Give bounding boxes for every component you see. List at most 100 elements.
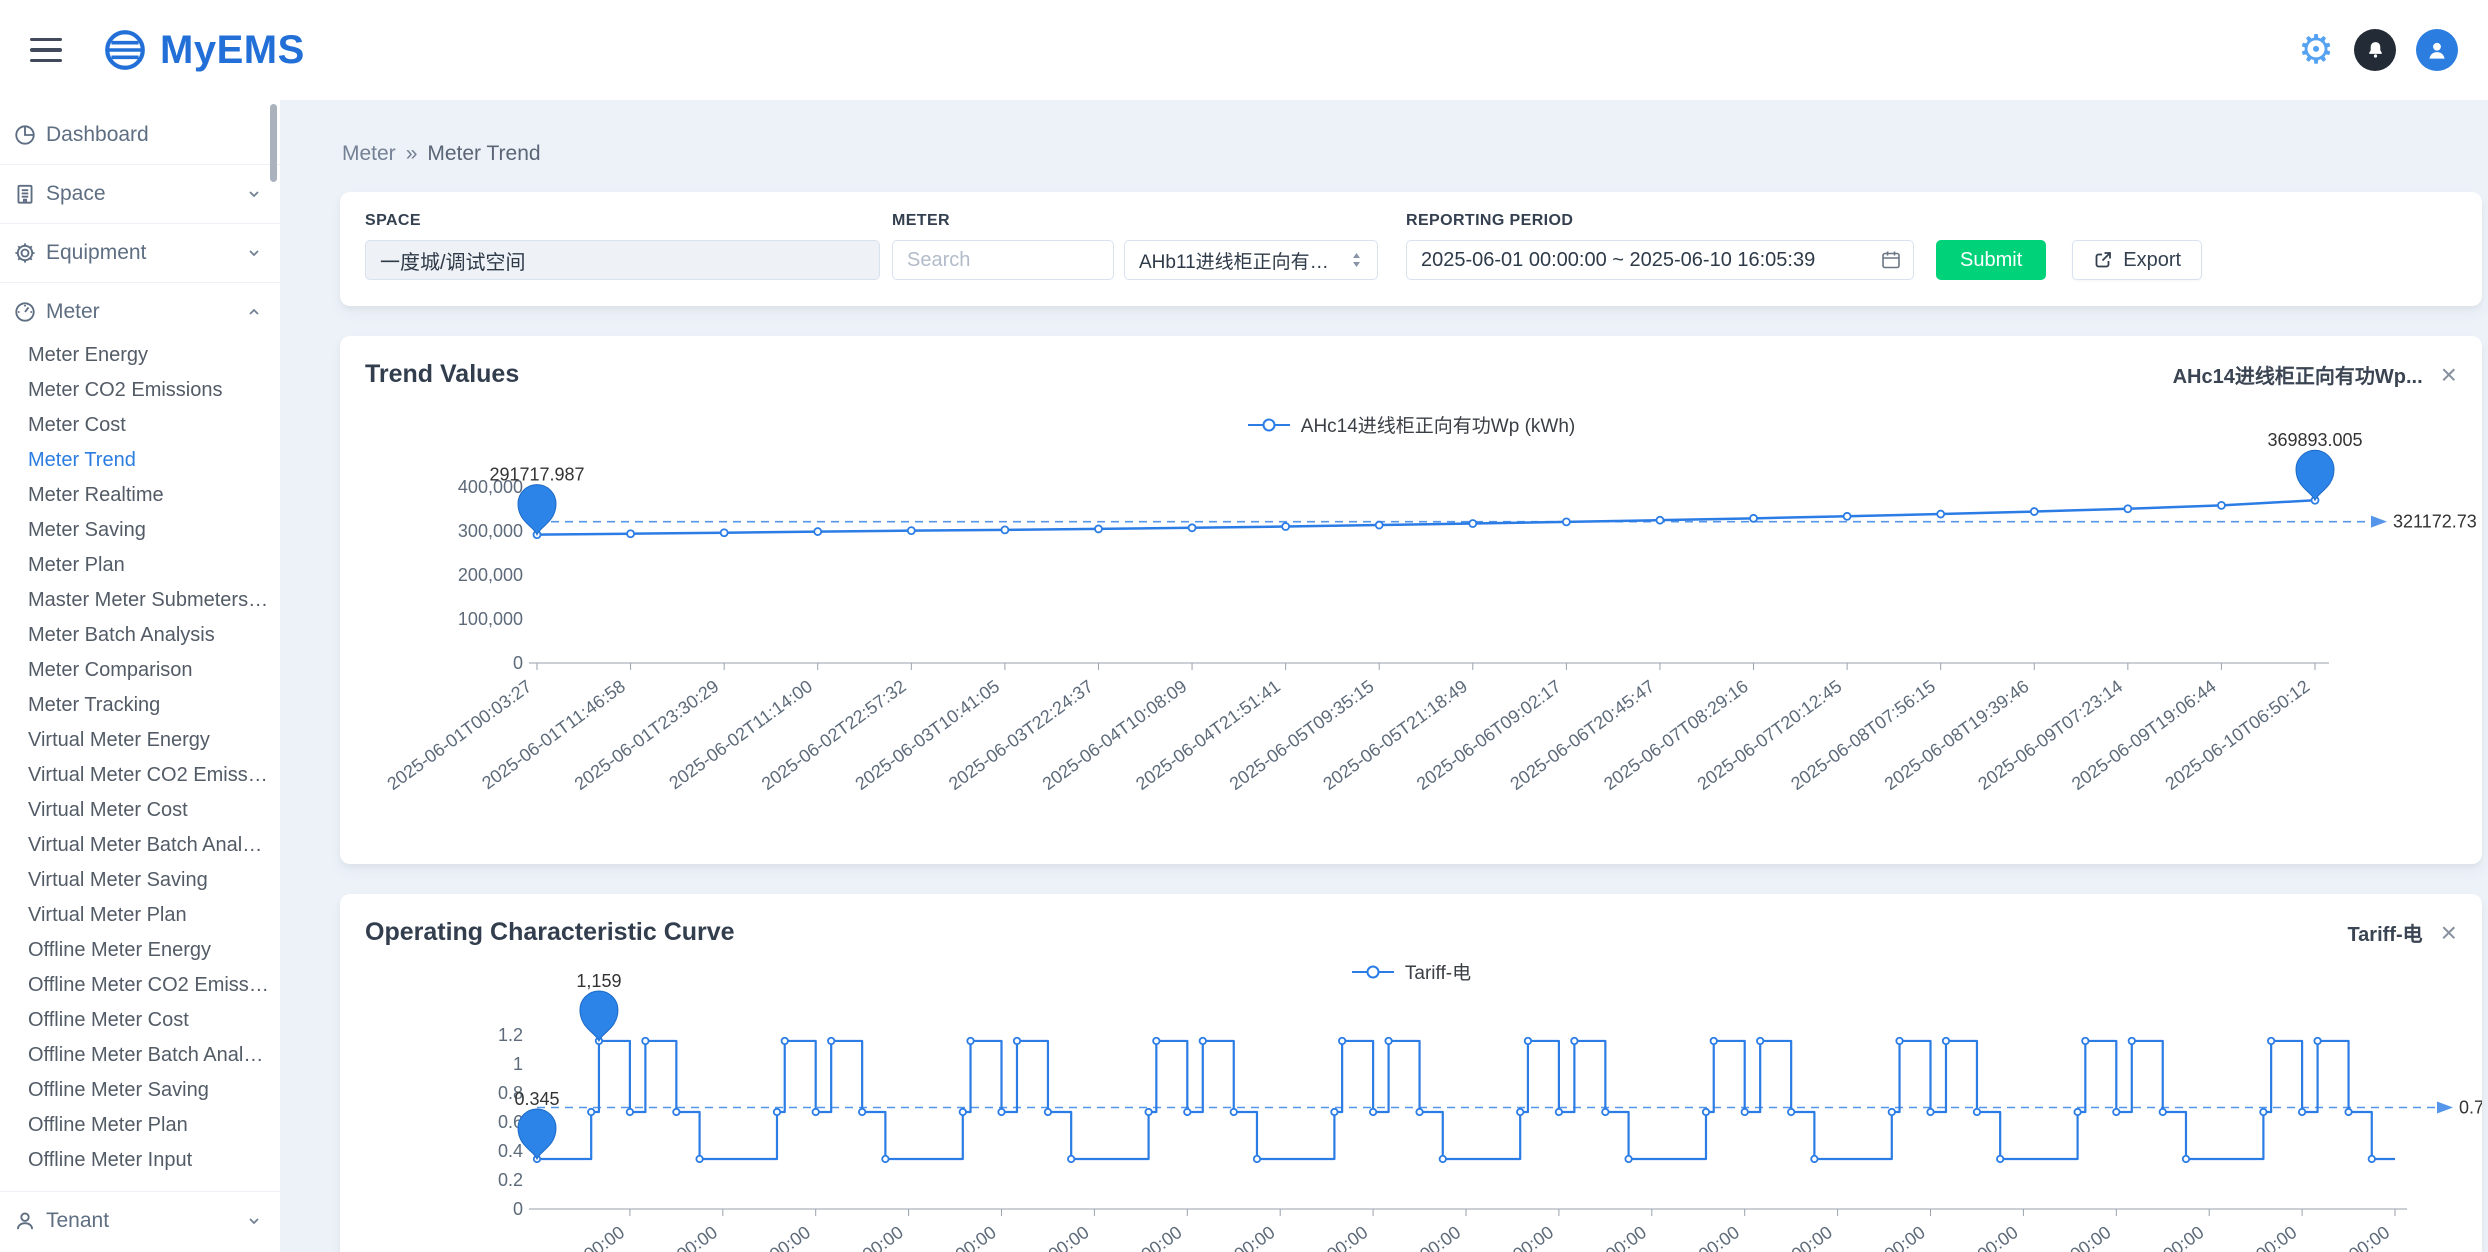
- user-icon: [2424, 37, 2450, 63]
- main-content: Meter » Meter Trend SPACE METER AHb11进线柜正向…: [280, 100, 2488, 1252]
- sidebar-nav: Dashboard Space Equipment Meter Meter Energy…: [0, 100, 280, 1250]
- space-label: SPACE: [365, 212, 880, 230]
- sidebar-section-label: Space: [46, 182, 106, 206]
- space-field-group: SPACE: [365, 212, 880, 280]
- sidebar-item-meter-realtime[interactable]: Meter Realtime: [0, 478, 280, 513]
- sidebar-section-label: Meter: [46, 300, 100, 324]
- notifications-button[interactable]: [2354, 29, 2396, 71]
- chevron-down-icon: [246, 186, 262, 202]
- sidebar-section-label: Tenant: [46, 1209, 109, 1233]
- sidebar-section-label: Equipment: [46, 241, 146, 265]
- select-arrows-icon: [1350, 250, 1363, 270]
- chart-mark-pin: 369893.005: [2267, 431, 2362, 500]
- sidebar-item-offline-meter-input[interactable]: Offline Meter Input: [0, 1143, 280, 1178]
- menu-toggle-button[interactable]: [30, 38, 62, 63]
- sidebar-item-virtual-meter-energy[interactable]: Virtual Meter Energy: [0, 723, 280, 758]
- sidebar-section-tenant[interactable]: Tenant: [0, 1197, 280, 1245]
- tariff-curve-card: Operating Characteristic Curve Tariff-电 …: [340, 894, 2482, 1252]
- sidebar-item-virtual-meter-plan[interactable]: Virtual Meter Plan: [0, 898, 280, 933]
- sidebar-item-meter-batch-analysis[interactable]: Meter Batch Analysis: [0, 618, 280, 653]
- sidebar-section-equipment[interactable]: Equipment: [0, 229, 280, 277]
- svg-text:291717.987: 291717.987: [489, 465, 584, 485]
- sidebar-item-meter-energy[interactable]: Meter Energy: [0, 338, 280, 373]
- top-navbar: MyEMS ⚙: [0, 0, 2488, 100]
- calendar-icon[interactable]: [1880, 249, 1902, 277]
- sidebar-item-master-meter-submeters-ba[interactable]: Master Meter Submeters Ba...: [0, 583, 280, 618]
- gauge-icon: [12, 123, 38, 147]
- sidebar-item-meter-saving[interactable]: Meter Saving: [0, 513, 280, 548]
- tariff-close-icon[interactable]: ×: [2441, 919, 2457, 947]
- svg-text:0.345: 0.345: [514, 1089, 559, 1109]
- brand-name: MyEMS: [160, 28, 305, 73]
- sidebar-item-meter-plan[interactable]: Meter Plan: [0, 548, 280, 583]
- sidebar-section-space[interactable]: Space: [0, 170, 280, 218]
- sidebar-section-meter[interactable]: Meter: [0, 288, 280, 336]
- svg-text:2025-06-01 12:00:00: 2025-06-01 12:00:00: [481, 1222, 628, 1252]
- sidebar-item-virtual-meter-saving[interactable]: Virtual Meter Saving: [0, 863, 280, 898]
- sidebar-item-virtual-meter-batch-analysis[interactable]: Virtual Meter Batch Analysis: [0, 828, 280, 863]
- gear-icon: [12, 241, 38, 265]
- account-button[interactable]: [2416, 29, 2458, 71]
- sidebar-section-label: Dashboard: [46, 123, 149, 147]
- export-label: Export: [2123, 249, 2181, 272]
- svg-text:1: 1: [513, 1054, 523, 1074]
- tariff-card-title: Operating Characteristic Curve: [365, 918, 735, 947]
- submit-button[interactable]: Submit: [1936, 240, 2046, 280]
- breadcrumb-separator: »: [406, 142, 418, 165]
- trend-chart: 0100,000200,000300,000400,0002025-06-01T…: [365, 431, 2482, 843]
- sidebar-item-meter-trend[interactable]: Meter Trend: [0, 443, 280, 478]
- reporting-period-input[interactable]: [1406, 240, 1914, 280]
- svg-text:0.4: 0.4: [498, 1141, 523, 1161]
- chevron-down-icon: [246, 245, 262, 261]
- sidebar-item-meter-tracking[interactable]: Meter Tracking: [0, 688, 280, 723]
- trend-series-label: AHc14进线柜正向有功Wp...: [2173, 360, 2423, 389]
- breadcrumb-current: Meter Trend: [427, 142, 540, 165]
- bell-icon: [2364, 39, 2387, 62]
- sidebar-item-offline-meter-co2-emission[interactable]: Offline Meter CO2 Emission...: [0, 968, 280, 1003]
- svg-text:321172.73: 321172.73: [2393, 512, 2477, 532]
- meter-select-value: AHb11进线柜正向有功Wp: [1139, 247, 1342, 274]
- sidebar-scrollbar[interactable]: [270, 104, 277, 182]
- svg-text:1,159: 1,159: [576, 971, 621, 991]
- sidebar-item-offline-meter-saving[interactable]: Offline Meter Saving: [0, 1073, 280, 1108]
- sidebar-item-offline-meter-cost[interactable]: Offline Meter Cost: [0, 1003, 280, 1038]
- sidebar-item-meter-co2-emissions[interactable]: Meter CO2 Emissions: [0, 373, 280, 408]
- trend-close-icon[interactable]: ×: [2441, 361, 2457, 389]
- svg-text:1.2: 1.2: [498, 1025, 523, 1045]
- meter-field-group: METER AHb11进线柜正向有功Wp: [892, 212, 1378, 280]
- meter-search-input[interactable]: [892, 240, 1114, 280]
- settings-gear-icon[interactable]: ⚙: [2298, 30, 2334, 70]
- export-icon: [2093, 250, 2113, 270]
- svg-text:369893.005: 369893.005: [2267, 431, 2362, 450]
- building-icon: [12, 182, 38, 206]
- sidebar-item-virtual-meter-cost[interactable]: Virtual Meter Cost: [0, 793, 280, 828]
- breadcrumb-meter[interactable]: Meter: [342, 142, 396, 165]
- sidebar-item-offline-meter-batch-analysis[interactable]: Offline Meter Batch Analysis: [0, 1038, 280, 1073]
- sidebar-item-offline-meter-plan[interactable]: Offline Meter Plan: [0, 1108, 280, 1143]
- space-input[interactable]: [365, 240, 880, 280]
- sidebar-meter-submenu: Meter EnergyMeter CO2 EmissionsMeter Cos…: [0, 336, 280, 1186]
- trend-chart-svg: 0100,000200,000300,000400,0002025-06-01T…: [365, 431, 2482, 843]
- svg-text:0.7: 0.7: [2459, 1098, 2482, 1118]
- tariff-chart: 00.20.40.60.811.22025-06-01 12:00:002025…: [365, 964, 2482, 1252]
- user-icon: [12, 1209, 38, 1233]
- sidebar-item-virtual-meter-co2-emission[interactable]: Virtual Meter CO2 Emission...: [0, 758, 280, 793]
- myems-logo-icon: [102, 27, 148, 73]
- sidebar-section-dashboard[interactable]: Dashboard: [0, 111, 280, 159]
- export-button[interactable]: Export: [2072, 240, 2202, 280]
- svg-text:200,000: 200,000: [458, 565, 523, 585]
- meter-label: METER: [892, 212, 1378, 230]
- sidebar-item-offline-meter-energy[interactable]: Offline Meter Energy: [0, 933, 280, 968]
- filter-panel: SPACE METER AHb11进线柜正向有功Wp REPOR: [340, 192, 2482, 306]
- brand-logo[interactable]: MyEMS: [102, 27, 305, 73]
- sidebar-item-meter-comparison[interactable]: Meter Comparison: [0, 653, 280, 688]
- svg-text:100,000: 100,000: [458, 609, 523, 629]
- meter-icon: [12, 300, 38, 324]
- sidebar-item-meter-cost[interactable]: Meter Cost: [0, 408, 280, 443]
- period-field-group: REPORTING PERIOD: [1406, 212, 1914, 280]
- meter-select[interactable]: AHb11进线柜正向有功Wp: [1124, 240, 1378, 280]
- breadcrumb: Meter » Meter Trend: [342, 142, 2482, 166]
- reporting-period-label: REPORTING PERIOD: [1406, 212, 1914, 230]
- navbar-actions: ⚙: [2298, 29, 2458, 71]
- svg-text:0.2: 0.2: [498, 1170, 523, 1190]
